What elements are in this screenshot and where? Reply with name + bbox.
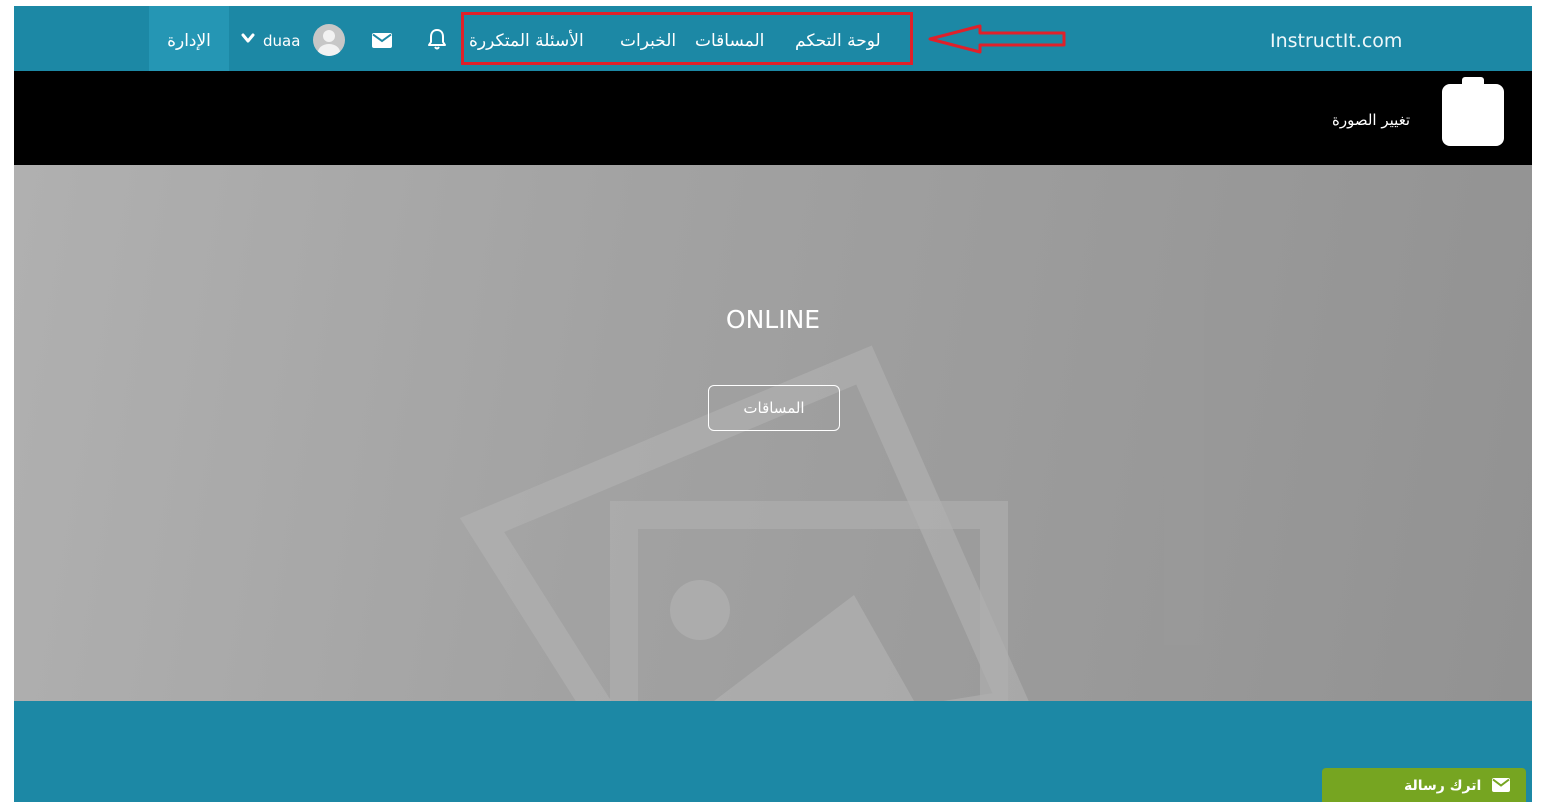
hero-banner: ONLINE المساقات <box>14 165 1532 701</box>
admin-menu-button[interactable]: الإدارة <box>149 6 229 71</box>
annotation-arrow-icon <box>928 24 1066 54</box>
user-menu-name[interactable]: duaa <box>263 6 300 76</box>
brand-logo-text[interactable]: InstructIt.com <box>1270 6 1402 71</box>
profile-cover-bar: تغيير الصورة <box>14 71 1532 165</box>
envelope-icon[interactable] <box>372 33 392 48</box>
chevron-down-icon[interactable] <box>241 32 255 44</box>
footer-bar <box>14 701 1532 802</box>
leave-message-label: اترك رسالة <box>1404 778 1482 794</box>
avatar[interactable] <box>313 24 345 56</box>
change-photo-label[interactable]: تغيير الصورة <box>1332 111 1410 129</box>
envelope-icon <box>1492 778 1510 792</box>
image-placeholder-icon <box>459 245 1204 701</box>
camera-icon[interactable] <box>1442 84 1504 146</box>
bell-icon[interactable] <box>427 28 447 50</box>
user-silhouette-icon <box>318 30 340 56</box>
contests-button[interactable]: المساقات <box>708 385 840 431</box>
top-navbar: الإدارة duaa الأسئلة المتكررة الخبرات ال… <box>14 6 1532 71</box>
app-frame: الإدارة duaa الأسئلة المتكررة الخبرات ال… <box>14 6 1532 802</box>
annotation-highlight-box <box>461 12 913 65</box>
leave-message-button[interactable]: اترك رسالة <box>1322 768 1526 802</box>
hero-title: ONLINE <box>725 305 821 334</box>
